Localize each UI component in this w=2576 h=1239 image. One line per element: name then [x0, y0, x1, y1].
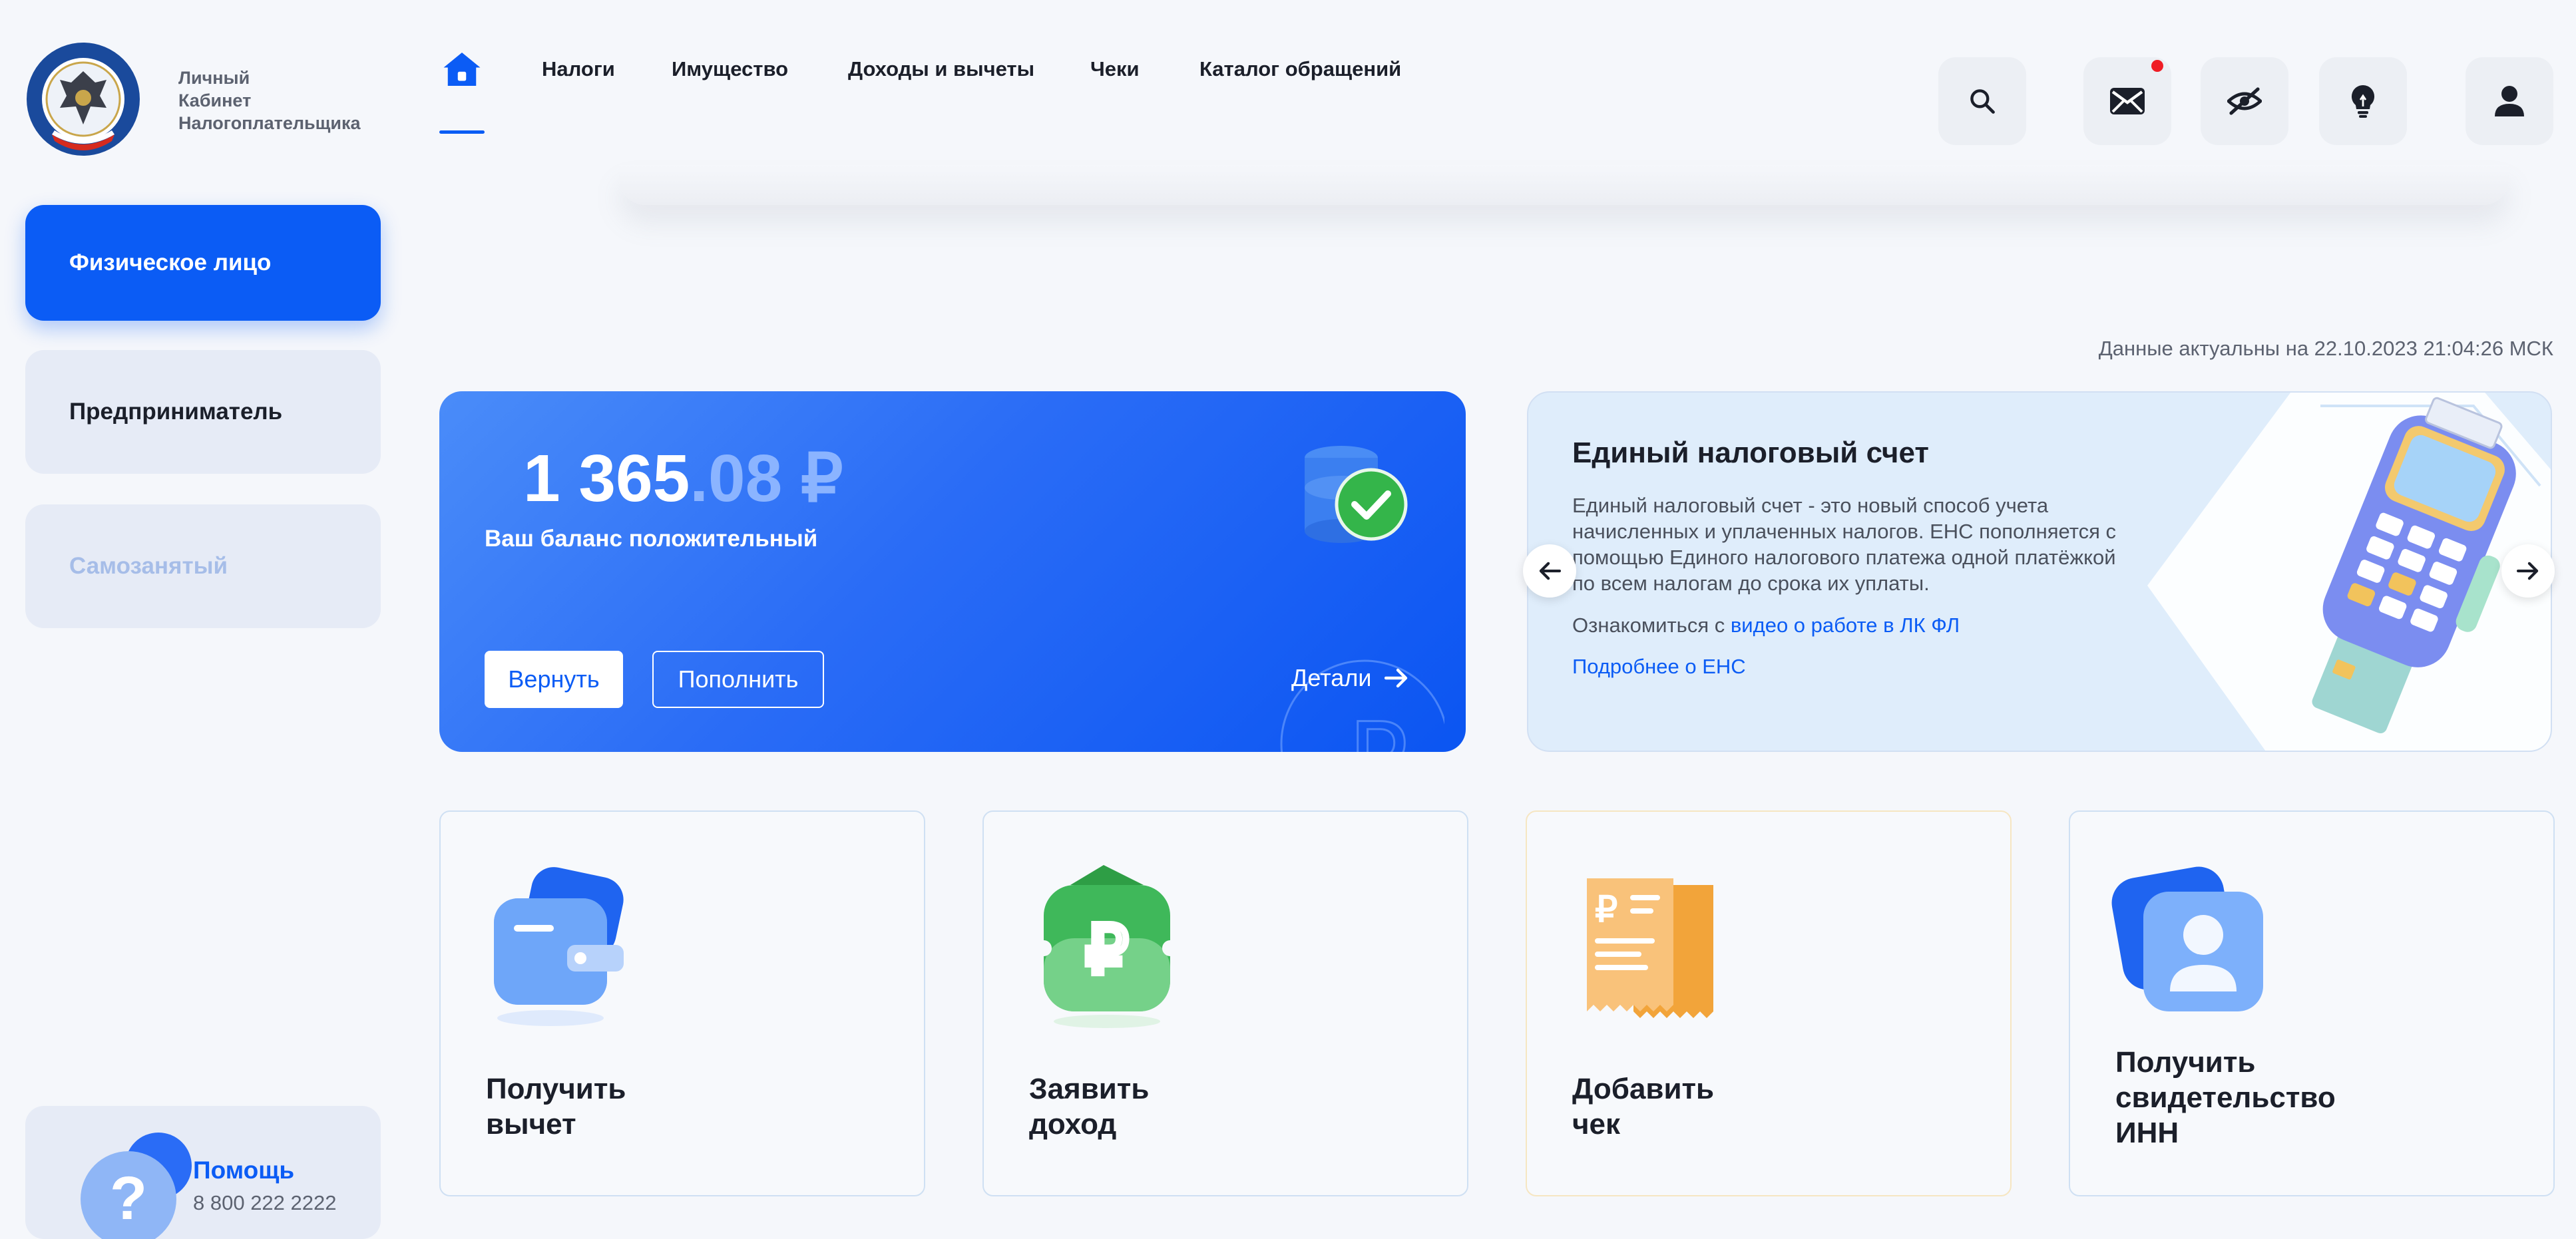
receipt-icon: ₽: [1587, 878, 1713, 1018]
svg-text:₽: ₽: [1086, 913, 1128, 987]
nav-income[interactable]: Доходы и вычеты: [848, 57, 1034, 81]
eye-off-icon: [2227, 87, 2262, 115]
sidebar-item-individual[interactable]: Физическое лицо: [25, 205, 381, 321]
home-icon: [443, 53, 481, 86]
tile-title: Заявить доход: [1029, 1071, 1149, 1142]
arrow-left-icon: [1539, 562, 1561, 580]
messages-button[interactable]: [2083, 57, 2171, 145]
sidebar-item-self-employed[interactable]: Самозанятый: [25, 504, 381, 628]
tile-title: Получить вычет: [486, 1071, 626, 1142]
tile-title: Получить свидетельство ИНН: [2115, 1045, 2336, 1150]
profile-button[interactable]: [2466, 57, 2553, 145]
tile-title-line: Получить: [486, 1073, 626, 1105]
ruble-watermark: ₽: [1280, 659, 1444, 752]
search-icon: [1970, 89, 1995, 114]
ens-video-prefix: Ознакомиться с: [1572, 614, 1731, 637]
brand-title: Личный Кабинет Налогоплательщика: [178, 67, 361, 134]
refund-button[interactable]: Вернуть: [485, 651, 623, 708]
ens-more-link[interactable]: Подробнее о ЕНС: [1572, 655, 1746, 679]
details-label: Детали: [1291, 664, 1372, 691]
balance-status: Ваш баланс положительный: [485, 526, 818, 552]
svg-text:₽: ₽: [1595, 890, 1617, 930]
svg-text:₽: ₽: [1345, 703, 1408, 752]
tile-declare-income[interactable]: ₽ Заявить доход: [982, 810, 1468, 1196]
tile-add-receipt[interactable]: ₽ Добавить чек: [1526, 810, 2012, 1196]
sidebar-item-entrepreneur[interactable]: Предприниматель: [25, 350, 381, 474]
data-actual-timestamp: Данные актуальны на 22.10.2023 21:04:26 …: [2098, 337, 2553, 360]
balance-amount: 1 365.08 ₽: [523, 439, 843, 517]
header-shadow: [619, 165, 2509, 205]
id-card-icon: [2111, 866, 2263, 1011]
topup-button[interactable]: Пополнить: [652, 651, 824, 708]
mail-icon: [2110, 88, 2145, 114]
tile-title-line: Получить: [2115, 1046, 2256, 1079]
nav-property[interactable]: Имущество: [672, 57, 788, 81]
details-link[interactable]: Детали: [1291, 664, 1408, 692]
ens-video-line: Ознакомиться с видео о работе в ЛК ФЛ: [1572, 614, 1960, 637]
user-icon: [2495, 86, 2524, 116]
brand-line: Кабинет: [178, 90, 252, 110]
arrow-right-icon: [2517, 562, 2539, 580]
help-icon: ?: [81, 1133, 192, 1239]
carousel-prev-button[interactable]: [1523, 544, 1576, 598]
balance-amount-frac: .08 ₽: [690, 441, 843, 516]
carousel-next-button[interactable]: [2501, 544, 2555, 598]
lightbulb-icon: [2351, 85, 2375, 118]
arrow-right-icon: [1385, 668, 1408, 688]
nav-taxes[interactable]: Налоги: [542, 57, 615, 81]
tile-title-line: ИНН: [2115, 1117, 2179, 1149]
help-phone[interactable]: 8 800 222 2222: [193, 1191, 337, 1215]
balance-amount-int: 1 365: [523, 441, 690, 516]
tile-title-line: чек: [1572, 1108, 1621, 1141]
accessibility-button[interactable]: [2201, 57, 2288, 145]
tips-button[interactable]: [2319, 57, 2407, 145]
tile-get-deduction[interactable]: Получить вычет: [439, 810, 925, 1196]
ruble-badge-icon: ₽: [1036, 865, 1178, 1028]
notification-dot: [2151, 60, 2163, 72]
svg-text:?: ?: [110, 1164, 147, 1232]
tile-title-line: доход: [1029, 1108, 1117, 1141]
help-title[interactable]: Помощь: [193, 1156, 294, 1184]
brand-line: Налогоплательщика: [178, 113, 361, 133]
tile-title-line: Заявить: [1029, 1073, 1150, 1105]
tile-title: Добавить чек: [1572, 1071, 1714, 1142]
tile-get-inn-certificate[interactable]: Получить свидетельство ИНН: [2069, 810, 2555, 1196]
ens-description: Единый налоговый счет - это новый способ…: [1572, 494, 2116, 595]
tile-title-line: вычет: [486, 1108, 576, 1141]
coins-check-icon: [1305, 446, 1408, 543]
nav-receipts[interactable]: Чеки: [1090, 57, 1140, 81]
ens-video-link[interactable]: видео о работе в ЛК ФЛ: [1731, 614, 1960, 637]
payment-terminal-illustration: [2147, 393, 2551, 751]
fns-logo[interactable]: [25, 41, 141, 157]
search-button[interactable]: [1938, 57, 2026, 145]
nav-requests-catalog[interactable]: Каталог обращений: [1199, 57, 1401, 81]
nav-home[interactable]: [439, 51, 485, 134]
brand-line: Личный: [178, 68, 250, 88]
wallet-icon: [494, 867, 624, 1026]
ens-title: Единый налоговый счет: [1572, 437, 1929, 469]
tile-title-line: свидетельство: [2115, 1081, 2336, 1114]
tile-title-line: Добавить: [1572, 1073, 1715, 1105]
